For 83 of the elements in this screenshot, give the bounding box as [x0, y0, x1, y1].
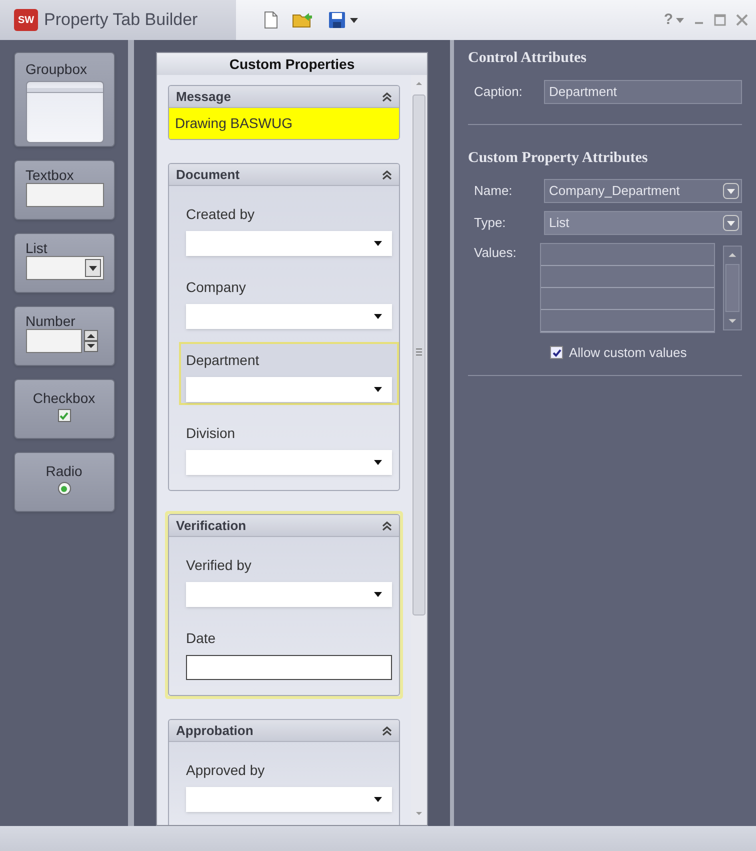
- palette-item[interactable]: Groupbox: [14, 52, 114, 147]
- field-label: Created by: [186, 205, 256, 224]
- help-button[interactable]: ?: [664, 8, 684, 32]
- section-title: Control Attributes: [468, 49, 588, 68]
- caret-icon: [374, 241, 382, 246]
- dropdown-field[interactable]: [186, 304, 392, 329]
- name-label: Name:: [473, 182, 514, 200]
- scrollbar[interactable]: [723, 243, 742, 333]
- dropdown-field[interactable]: [186, 787, 392, 812]
- field-label: Approved by: [186, 761, 266, 780]
- field-label: Company: [186, 278, 247, 297]
- new-document-icon[interactable]: [264, 11, 278, 29]
- values-row[interactable]: [540, 244, 714, 266]
- name-dropdown[interactable]: Company_Department: [544, 179, 742, 203]
- group-title: Document: [176, 166, 240, 184]
- field-label: Date: [186, 629, 217, 648]
- values-list[interactable]: [540, 243, 716, 333]
- number-preview: [26, 329, 82, 353]
- field-label: Verified by: [186, 556, 252, 575]
- window-title: Property Tab Builder: [44, 9, 198, 32]
- section-title: Custom Property Attributes: [468, 148, 649, 168]
- dropdown-field[interactable]: [186, 377, 392, 402]
- palette-label: Checkbox: [32, 390, 96, 406]
- text-field[interactable]: [186, 655, 392, 680]
- selected-field-outline[interactable]: Department: [179, 342, 399, 405]
- palette-item[interactable]: List: [14, 233, 114, 293]
- values-row[interactable]: [540, 288, 714, 310]
- group-header[interactable]: Verification: [169, 515, 399, 537]
- save-icon[interactable]: [328, 11, 346, 29]
- caption-field[interactable]: Department: [544, 80, 742, 104]
- collapse-icon[interactable]: [382, 170, 392, 180]
- spinner-icon: [84, 330, 98, 352]
- group-title: Verification: [176, 516, 246, 535]
- caption-label: Caption:: [473, 82, 524, 101]
- palette-item[interactable]: Number: [14, 306, 114, 366]
- palette-label: Textbox: [26, 167, 74, 183]
- dropdown-field[interactable]: [186, 450, 392, 475]
- caret-icon: [727, 220, 735, 226]
- collapse-icon[interactable]: [382, 520, 392, 530]
- caret-icon: [676, 18, 684, 22]
- group-header[interactable]: Message: [169, 86, 399, 108]
- app-logo: SW: [14, 9, 38, 31]
- checkbox[interactable]: [550, 346, 563, 360]
- folder-icon[interactable]: [292, 11, 314, 29]
- field-label: Department: [186, 351, 260, 370]
- type-dropdown[interactable]: List: [544, 211, 742, 235]
- collapse-icon[interactable]: [382, 726, 392, 736]
- field-label: Division: [186, 424, 236, 443]
- palette-item[interactable]: Radio: [14, 452, 114, 512]
- palette-label: Groupbox: [26, 61, 87, 77]
- caret-icon: [88, 266, 96, 270]
- caret-icon: [374, 592, 382, 597]
- maximize-icon[interactable]: [714, 14, 726, 26]
- caret-icon: [374, 314, 382, 319]
- group-box[interactable]: Approbation Approved by: [165, 716, 403, 825]
- caret-icon: [727, 188, 735, 194]
- palette-label: Radio: [46, 463, 82, 479]
- dropdown-field[interactable]: [186, 231, 392, 256]
- values-row[interactable]: [540, 310, 714, 332]
- group-header[interactable]: Document: [169, 164, 399, 186]
- palette-label: List: [26, 240, 48, 256]
- group-box[interactable]: Document Created by Company Department Division: [165, 160, 403, 494]
- values-label: Values:: [473, 244, 518, 262]
- caret-icon: [374, 387, 382, 392]
- close-icon[interactable]: [736, 14, 748, 26]
- panel-header: Custom Properties: [157, 53, 427, 75]
- message-text: Drawing BASWUG: [169, 108, 399, 139]
- caret-icon: [350, 18, 358, 22]
- type-label: Type:: [473, 214, 507, 232]
- palette-item[interactable]: Checkbox: [14, 379, 114, 439]
- group-box[interactable]: Message Drawing BASWUG: [165, 82, 403, 143]
- values-row[interactable]: [540, 266, 714, 288]
- checkbox-label: Allow custom values: [569, 344, 687, 362]
- group-title: Approbation: [176, 722, 254, 740]
- collapse-icon[interactable]: [382, 92, 392, 102]
- caret-icon: [374, 797, 382, 802]
- group-box[interactable]: Verification Verified by Date: [165, 511, 403, 699]
- caret-icon: [374, 460, 382, 465]
- group-header[interactable]: Approbation: [169, 720, 399, 742]
- dropdown-field[interactable]: [186, 582, 392, 607]
- palette-item[interactable]: Textbox: [14, 160, 114, 220]
- palette-label: Number: [26, 313, 76, 329]
- group-title: Message: [176, 88, 231, 106]
